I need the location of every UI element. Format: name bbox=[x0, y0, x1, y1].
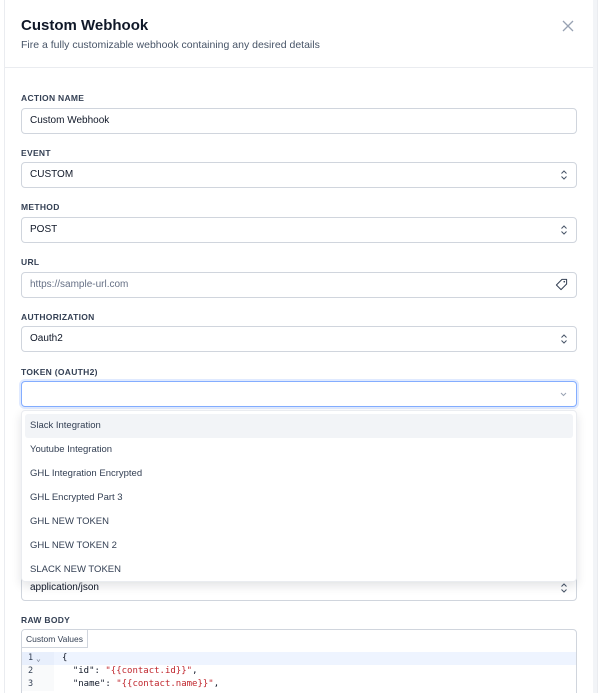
code-text: { bbox=[62, 653, 68, 663]
token-select[interactable] bbox=[21, 381, 577, 407]
code-line: 2 "id": "{{contact.id}}", bbox=[22, 665, 576, 678]
authorization-value: Oauth2 bbox=[30, 333, 63, 344]
dropdown-option[interactable]: Slack Integration bbox=[25, 414, 573, 438]
raw-body-editor[interactable]: Custom Values 1 ⌄ { 2 "id": "{{contact.i… bbox=[21, 629, 577, 693]
content-type-value: application/json bbox=[30, 582, 99, 593]
code-area[interactable]: 1 ⌄ { 2 "id": "{{contact.id}}", 3 "name"… bbox=[22, 652, 576, 691]
line-number: 1 bbox=[28, 653, 34, 663]
event-label: EVENT bbox=[21, 148, 51, 158]
code-text: "id": "{{contact.id}}", bbox=[62, 666, 198, 676]
token-label: TOKEN (OAUTH2) bbox=[21, 367, 98, 377]
custom-values-button[interactable]: Custom Values bbox=[22, 630, 89, 648]
dropdown-option[interactable]: GHL Encrypted Part 3 bbox=[25, 486, 573, 510]
line-number: 3 bbox=[28, 679, 34, 689]
panel-subtitle: Fire a fully customizable webhook contai… bbox=[21, 39, 320, 51]
method-select[interactable]: POST bbox=[21, 217, 577, 243]
action-name-input[interactable]: Custom Webhook bbox=[21, 108, 577, 134]
token-dropdown-menu: Slack Integration Youtube Integration GH… bbox=[21, 410, 577, 582]
custom-webhook-panel: Custom Webhook Fire a fully customizable… bbox=[4, 0, 598, 693]
authorization-label: AUTHORIZATION bbox=[21, 312, 95, 322]
authorization-select[interactable]: Oauth2 bbox=[21, 326, 577, 352]
updown-chevron-icon bbox=[561, 583, 567, 593]
dropdown-option[interactable]: Youtube Integration bbox=[25, 438, 573, 462]
dropdown-option[interactable]: SLACK NEW TOKEN bbox=[25, 558, 573, 582]
dropdown-option[interactable]: GHL NEW TOKEN bbox=[25, 510, 573, 534]
line-gutter: 2 bbox=[22, 665, 54, 678]
action-name-value: Custom Webhook bbox=[30, 115, 110, 126]
code-line: 3 "name": "{{contact.name}}", bbox=[22, 678, 576, 691]
method-value: POST bbox=[30, 224, 58, 235]
url-input[interactable]: https://sample-url.com bbox=[21, 272, 577, 298]
tag-icon[interactable] bbox=[555, 278, 568, 291]
line-gutter: 3 bbox=[22, 678, 54, 691]
code-text: "name": "{{contact.name}}", bbox=[62, 679, 220, 689]
updown-chevron-icon bbox=[561, 170, 567, 180]
dropdown-option[interactable]: GHL NEW TOKEN 2 bbox=[25, 534, 573, 558]
updown-chevron-icon bbox=[561, 334, 567, 344]
line-number: 2 bbox=[28, 666, 34, 676]
scrollbar[interactable] bbox=[593, 0, 597, 693]
url-label: URL bbox=[21, 257, 40, 267]
raw-body-label: RAW BODY bbox=[21, 615, 71, 625]
url-placeholder: https://sample-url.com bbox=[30, 279, 129, 290]
line-gutter: 1 ⌄ bbox=[22, 652, 54, 665]
panel-title: Custom Webhook bbox=[21, 17, 149, 34]
close-icon[interactable] bbox=[561, 19, 575, 33]
panel-header: Custom Webhook Fire a fully customizable… bbox=[5, 0, 597, 68]
updown-chevron-icon bbox=[561, 225, 567, 235]
event-select[interactable]: CUSTOM bbox=[21, 162, 577, 188]
method-label: METHOD bbox=[21, 202, 60, 212]
event-value: CUSTOM bbox=[30, 169, 74, 180]
code-line: 1 ⌄ { bbox=[22, 652, 576, 665]
fold-chevron-icon[interactable]: ⌄ bbox=[36, 652, 41, 665]
action-name-label: ACTION NAME bbox=[21, 93, 85, 103]
chevron-down-icon bbox=[560, 392, 567, 397]
dropdown-option[interactable]: GHL Integration Encrypted bbox=[25, 462, 573, 486]
